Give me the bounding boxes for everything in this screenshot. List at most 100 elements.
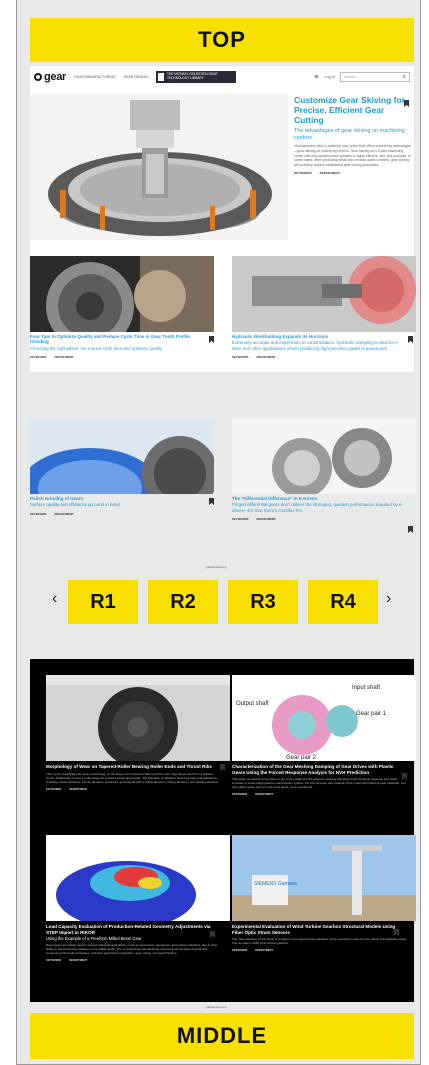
card-title[interactable]: Load Capacity Evaluation of Production-R… xyxy=(46,924,218,935)
diagram-label: Gear pair 2 xyxy=(286,755,317,761)
card-tags: KEYWORDS DEPARTMENT xyxy=(232,793,416,796)
hero-tags: KEYWORDS DEPARTMENT xyxy=(294,171,412,175)
advertisement-label: [advertisement] xyxy=(206,565,227,569)
card-image[interactable] xyxy=(46,675,230,761)
hamburger-icon[interactable]: ≡ xyxy=(314,74,318,81)
search-icon[interactable]: ⌕ xyxy=(403,74,406,81)
site-logo[interactable]: gear xyxy=(34,71,66,83)
featured-card: SIEMENS Gamesa Experimental Evaluation o… xyxy=(232,835,416,952)
featured-section: Morphology of Wear on Tapered-Roller Bea… xyxy=(30,659,416,1002)
tag-department[interactable]: DEPARTMENT xyxy=(54,355,73,359)
card-image[interactable] xyxy=(232,418,416,494)
tag-keywords[interactable]: KEYWORDS xyxy=(30,512,46,516)
diagram-label: Gear pair 1 xyxy=(356,711,387,717)
carousel-slot-r1[interactable]: R1 xyxy=(68,580,138,624)
login-link[interactable]: Log In xyxy=(324,75,335,79)
slot-label: R4 xyxy=(330,590,356,613)
logo-text: gear xyxy=(44,71,67,83)
carousel-slot-r4[interactable]: R4 xyxy=(308,580,378,624)
card-image[interactable] xyxy=(30,418,214,494)
card-body: This report investigates the wear morpho… xyxy=(46,771,220,784)
logo-ring-icon xyxy=(34,73,42,81)
featured-card: Morphology of Wear on Tapered-Roller Bea… xyxy=(46,675,230,791)
card-tags: KEYWORDS DEPARTMENT xyxy=(232,517,416,521)
card-body: Bevel gears are widely used in various i… xyxy=(46,943,217,956)
diagram-label: Output shaft xyxy=(236,701,269,707)
top-ad-slot[interactable]: TOP xyxy=(30,18,414,62)
card-title[interactable]: The "Differential Difference" in E-Drive… xyxy=(232,496,402,501)
card-title[interactable]: Four Tips to Optimize Quality and Reduce… xyxy=(30,334,200,345)
card-tags: KEYWORDS DEPARTMENT xyxy=(232,949,416,952)
hero-article: Customize Gear Skiving for Precise, Effi… xyxy=(294,95,412,175)
tag-keywords[interactable]: KEYWORDS xyxy=(294,171,312,175)
hero-image[interactable] xyxy=(30,94,288,240)
featured-card: Load Capacity Evaluation of Production-R… xyxy=(46,835,230,962)
slot-label: R3 xyxy=(250,590,276,613)
card-image[interactable] xyxy=(46,835,230,921)
site-nav: gear GEAR MANUFACTURING GEAR DESIGN THE … xyxy=(30,66,414,88)
tag-department[interactable]: DEPARTMENT xyxy=(69,959,87,962)
card-subtitle: Extremely accurate and impervious to con… xyxy=(232,340,400,351)
tag-department[interactable]: DEPARTMENT xyxy=(69,788,87,791)
card-title[interactable]: Morphology of Wear on Tapered-Roller Bea… xyxy=(46,764,218,770)
card-title[interactable]: Characterization of the Gear Meshing Dam… xyxy=(232,764,404,775)
card-image[interactable]: SIEMENS Gamesa xyxy=(232,835,416,921)
hero-subtitle: The advantages of gear skiving on machin… xyxy=(294,128,405,141)
library-logo-icon xyxy=(157,73,165,81)
card-image[interactable] xyxy=(232,256,416,332)
tag-keywords[interactable]: KEYWORDS xyxy=(232,949,247,952)
carousel-slot-r2[interactable]: R2 xyxy=(148,580,218,624)
nav-link-manufacturing[interactable]: GEAR MANUFACTURING xyxy=(74,75,115,79)
card-tags: KEYWORDS DEPARTMENT xyxy=(30,355,214,359)
card-subtitle: Using the Example of a Freeform Milled B… xyxy=(46,936,142,941)
card-title[interactable]: Hydraulic Workholding Expands Its Horizo… xyxy=(232,334,402,339)
hero-body: Manufacturers have a relatively new opti… xyxy=(294,144,411,167)
card-subtitle: Surface quality and efficiency go hand i… xyxy=(30,502,120,508)
tag-department[interactable]: DEPARTMENT xyxy=(54,512,73,516)
hero-title[interactable]: Customize Gear Skiving for Precise, Effi… xyxy=(294,95,412,125)
carousel-slot-r3[interactable]: R3 xyxy=(228,580,298,624)
card-body: The main objective of this study is to p… xyxy=(232,937,407,946)
card-subtitle: Choosing the right wheel can reduce cycl… xyxy=(30,345,163,351)
tag-keywords[interactable]: KEYWORDS xyxy=(232,517,248,521)
tag-keywords[interactable]: KEYWORDS xyxy=(46,788,61,791)
slot-label: R2 xyxy=(170,590,196,613)
card-body: This paper presented some steps to get m… xyxy=(232,777,406,790)
card-tags: KEYWORDS DEPARTMENT xyxy=(46,959,230,962)
article-card: The "Differential Difference" in E-Drive… xyxy=(232,418,416,521)
article-card: Four Tips to Optimize Quality and Reduce… xyxy=(30,256,214,359)
card-tags: KEYWORDS DEPARTMENT xyxy=(30,512,214,516)
card-image[interactable]: Input shaft Output shaft Gear pair 1 Gea… xyxy=(232,675,416,761)
library-label: THE MICHAEL GOLDSTEIN GEAR TECHNOLOGY LI… xyxy=(167,72,218,80)
carousel-prev-icon[interactable]: ‹ xyxy=(52,590,57,608)
diagram-label: Input shaft xyxy=(352,685,380,691)
library-link[interactable]: THE MICHAEL GOLDSTEIN GEAR TECHNOLOGY LI… xyxy=(155,71,236,83)
ad-carousel: ‹ R1 R2 R3 R4 › xyxy=(30,580,414,628)
tag-keywords[interactable]: KEYWORDS xyxy=(232,355,248,359)
tag-keywords[interactable]: KEYWORDS xyxy=(232,793,247,796)
tag-department[interactable]: DEPARTMENT xyxy=(255,949,273,952)
card-tags: KEYWORDS DEPARTMENT xyxy=(232,355,416,359)
article-card: Hydraulic Workholding Expands Its Horizo… xyxy=(232,256,416,359)
card-title[interactable]: Experimental Evaluation of Wind Turbine … xyxy=(232,924,404,935)
card-title[interactable]: Polish Grinding of Gears xyxy=(30,496,200,501)
middle-ad-label: MIDDLE xyxy=(176,1023,268,1048)
slot-label: R1 xyxy=(90,590,116,613)
advertisement-label: [advertisement] xyxy=(206,1005,227,1009)
carousel-next-icon[interactable]: › xyxy=(386,590,391,608)
card-image[interactable] xyxy=(30,256,214,332)
tag-department[interactable]: DEPARTMENT xyxy=(255,793,273,796)
tag-department[interactable]: DEPARTMENT xyxy=(256,355,275,359)
article-card: Polish Grinding of Gears Surface quality… xyxy=(30,418,214,516)
image-label: SIEMENS Gamesa xyxy=(254,881,297,887)
tag-department[interactable]: DEPARTMENT xyxy=(320,171,341,175)
top-ad-label: TOP xyxy=(198,27,246,52)
tag-keywords[interactable]: KEYWORDS xyxy=(30,355,46,359)
middle-ad-slot[interactable]: MIDDLE xyxy=(30,1013,414,1059)
nav-link-design[interactable]: GEAR DESIGN xyxy=(123,75,147,79)
card-subtitle: Forged differential gears don't deliver … xyxy=(232,502,403,513)
search-placeholder: Search... xyxy=(344,75,359,79)
search-input[interactable]: Search... ⌕ xyxy=(340,72,410,82)
tag-department[interactable]: DEPARTMENT xyxy=(256,517,275,521)
tag-keywords[interactable]: KEYWORDS xyxy=(46,959,61,962)
